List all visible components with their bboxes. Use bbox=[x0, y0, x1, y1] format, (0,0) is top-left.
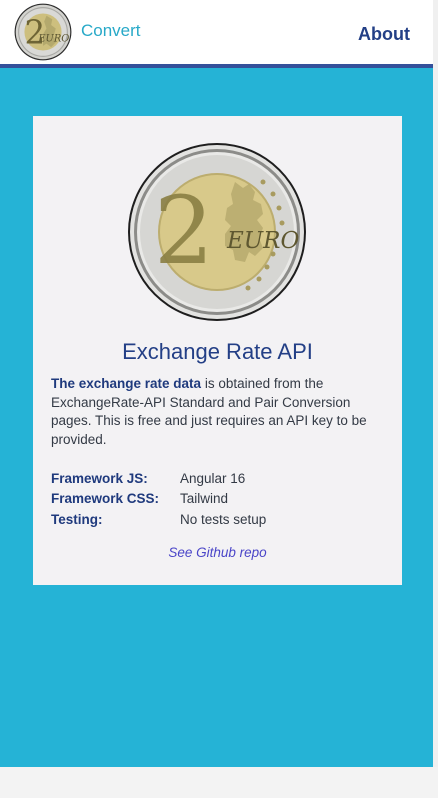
nav-about-link[interactable]: About bbox=[358, 24, 410, 45]
coin-numeral: 2 bbox=[154, 177, 214, 286]
github-repo-link[interactable]: See Github repo bbox=[33, 545, 402, 560]
info-label: Framework CSS: bbox=[51, 491, 160, 506]
card-description: The exchange rate data is obtained from … bbox=[51, 375, 387, 449]
info-value: Angular 16 bbox=[180, 471, 246, 486]
navbar: 2 EURO Convert About bbox=[0, 0, 433, 68]
two-euro-coin-icon: 2 EURO bbox=[128, 143, 306, 321]
logo-numeral: 2 bbox=[24, 14, 45, 52]
info-value: Tailwind bbox=[180, 491, 229, 506]
description-highlight: The exchange rate data bbox=[51, 376, 202, 391]
logo-text: EURO bbox=[37, 33, 69, 44]
info-label: Framework JS: bbox=[51, 471, 148, 486]
about-card: 2 EURO Exchange Rate API The exchange ra… bbox=[33, 116, 402, 585]
euro-coin-logo-icon[interactable]: 2 EURO bbox=[14, 3, 72, 61]
card-title: Exchange Rate API bbox=[122, 339, 313, 364]
nav-convert-link[interactable]: Convert bbox=[81, 21, 141, 41]
info-value: No tests setup bbox=[180, 512, 267, 527]
scrollbar[interactable] bbox=[433, 0, 438, 767]
coin-text: EURO bbox=[226, 228, 299, 254]
info-label: Testing: bbox=[51, 512, 103, 527]
app-background: 2 EURO Convert About 2 EURO Exchange Rat… bbox=[0, 0, 433, 767]
